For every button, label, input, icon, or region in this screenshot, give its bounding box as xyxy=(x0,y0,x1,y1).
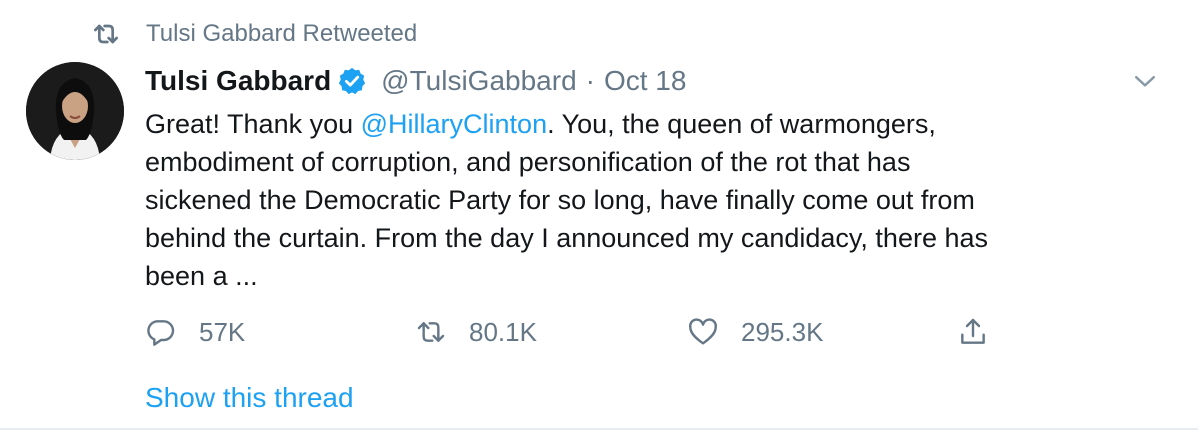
reply-button[interactable]: 57K xyxy=(145,312,245,352)
reply-count: 57K xyxy=(199,316,246,347)
like-count: 295.3K xyxy=(741,316,824,347)
chevron-down-icon[interactable] xyxy=(1130,66,1160,96)
mention-link[interactable]: @HillaryClinton xyxy=(361,109,547,139)
tweet-date[interactable]: Oct 18 xyxy=(604,65,686,97)
tweet-text: Great! Thank you @HillaryClinton. You, t… xyxy=(145,105,1155,295)
retweeted-by-text: Tulsi Gabbard Retweeted xyxy=(146,20,418,47)
author-name[interactable]: Tulsi Gabbard xyxy=(145,65,331,97)
tweet-actions: 57K 80.1K 295.3K xyxy=(145,312,1045,352)
tweet-line-2: embodiment of corruption, and personific… xyxy=(145,147,911,177)
retweet-context[interactable]: Tulsi Gabbard Retweeted xyxy=(90,18,417,50)
tweet-text-continued: . You, the queen of warmongers, xyxy=(547,109,936,139)
like-button[interactable]: 295.3K xyxy=(687,312,823,352)
author-handle[interactable]: @TulsiGabbard xyxy=(381,65,576,97)
avatar[interactable] xyxy=(26,62,124,160)
tweet-text-start: Great! Thank you xyxy=(145,109,361,139)
share-icon xyxy=(961,318,985,344)
separator-dot: · xyxy=(585,65,595,96)
retweet-icon xyxy=(417,322,445,342)
tweet-line-5: been a ... xyxy=(145,261,258,291)
heart-icon xyxy=(689,318,717,345)
tweet-header: Tulsi Gabbard @TulsiGabbard · Oct 18 xyxy=(145,62,686,100)
tweet-card[interactable]: Tulsi Gabbard Retweeted Tulsi Gabbard @T… xyxy=(0,0,1198,430)
retweet-icon xyxy=(94,24,118,44)
show-thread-link[interactable]: Show this thread xyxy=(145,382,354,414)
retweet-button[interactable]: 80.1K xyxy=(415,312,537,352)
tweet-line-3: sickened the Democratic Party for so lon… xyxy=(145,185,975,215)
verified-badge-icon xyxy=(339,67,366,95)
reply-icon xyxy=(147,320,175,346)
retweet-count: 80.1K xyxy=(469,316,537,347)
share-button[interactable] xyxy=(957,312,989,352)
tweet-line-1: Great! Thank you @HillaryClinton. You, t… xyxy=(145,105,1155,143)
tweet-line-4: behind the curtain. From the day I annou… xyxy=(145,223,988,253)
avatar-photo xyxy=(26,62,124,160)
